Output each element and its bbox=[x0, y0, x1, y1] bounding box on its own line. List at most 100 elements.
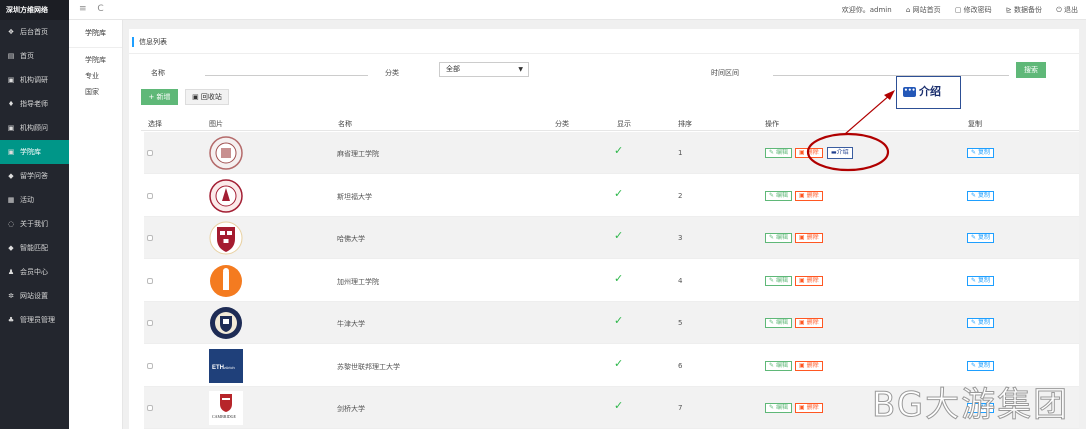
col-name: 名称 bbox=[338, 120, 352, 128]
copy-button[interactable]: ✎ 复制 bbox=[967, 148, 994, 158]
col-copy: 复制 bbox=[968, 120, 982, 128]
check-icon[interactable]: ✓ bbox=[614, 357, 623, 370]
college-name: 加州理工学院 bbox=[337, 277, 379, 286]
submenu-item-major[interactable]: 专业 bbox=[69, 68, 122, 84]
delete-button[interactable]: ▣ 删除 bbox=[795, 190, 823, 201]
copy-button[interactable]: ✎ 复制 bbox=[967, 275, 994, 286]
edit-button[interactable]: ✎ 编辑 bbox=[765, 403, 792, 413]
row-checkbox[interactable] bbox=[147, 320, 153, 326]
college-logo: CAMBRIDGE bbox=[209, 391, 243, 425]
edit-button[interactable]: ✎ 编辑 bbox=[765, 275, 792, 286]
row-checkbox[interactable] bbox=[147, 405, 153, 411]
check-icon[interactable]: ✓ bbox=[614, 229, 623, 242]
sidebar-item-label: 指导老师 bbox=[20, 100, 48, 108]
row-checkbox[interactable] bbox=[147, 192, 153, 199]
sidebar-item-0[interactable]: ❖ 后台首页 bbox=[0, 20, 69, 44]
sidebar-item-label: 后台首页 bbox=[20, 28, 48, 36]
name-filter-label: 名称 bbox=[151, 69, 165, 77]
chat-bubble-icon bbox=[903, 76, 916, 106]
college-name: 苏黎世联邦理工大学 bbox=[337, 362, 400, 371]
sidebar-item-11[interactable]: ✲ 网站设置 bbox=[0, 284, 69, 308]
sidebar-item-7[interactable]: ▦ 活动 bbox=[0, 188, 69, 212]
check-icon[interactable]: ✓ bbox=[614, 399, 623, 412]
category-filter-label: 分类 bbox=[385, 69, 399, 77]
submenu-item-country[interactable]: 国家 bbox=[69, 84, 122, 100]
delete-button[interactable]: ▣ 删除 bbox=[795, 233, 823, 243]
tag-icon: ◆ bbox=[8, 172, 14, 180]
row-checkbox[interactable] bbox=[147, 362, 153, 369]
top-header: ≡ C 欢迎你。admin ⌂ 网站首页 ▢ 修改密码 ⊵ 数据备份 ⏻ 退出 bbox=[69, 0, 1086, 20]
tag-icon: ◆ bbox=[8, 244, 14, 252]
delete-button[interactable]: ▣ 删除 bbox=[795, 360, 823, 371]
copy-button[interactable]: ✎ 复制 bbox=[967, 190, 994, 201]
delete-button[interactable]: ▣ 删除 bbox=[795, 148, 823, 158]
row-checkbox[interactable] bbox=[147, 277, 153, 284]
copy-button[interactable]: ✎ 复制 bbox=[967, 360, 994, 371]
col-actions: 操作 bbox=[765, 120, 779, 128]
sidebar-item-6[interactable]: ◆ 留学问答 bbox=[0, 164, 69, 188]
add-button[interactable]: + 新增 bbox=[141, 89, 178, 105]
check-icon[interactable]: ✓ bbox=[614, 314, 623, 327]
time-range-input[interactable] bbox=[773, 75, 1009, 76]
submenu-item-college[interactable]: 学院库 bbox=[69, 52, 122, 68]
site-home-link[interactable]: ⌂ 网站首页 bbox=[906, 6, 941, 14]
sidebar-item-9[interactable]: ◆ 智能匹配 bbox=[0, 236, 69, 260]
sidebar-item-8[interactable]: ◌ 关于我们 bbox=[0, 212, 69, 236]
menu-toggle-icon[interactable]: ≡ bbox=[79, 4, 87, 14]
row-checkbox[interactable] bbox=[147, 235, 153, 241]
delete-button[interactable]: ▣ 删除 bbox=[795, 318, 823, 328]
sidebar-item-5[interactable]: ▣ 学院库 bbox=[0, 140, 69, 164]
intro-callout: 介绍 bbox=[896, 76, 961, 109]
check-icon[interactable]: ✓ bbox=[614, 187, 623, 200]
edit-button[interactable]: ✎ 编辑 bbox=[765, 148, 792, 158]
logout-link[interactable]: ⏻ 退出 bbox=[1056, 6, 1078, 14]
sidebar-item-10[interactable]: ♟ 会员中心 bbox=[0, 260, 69, 284]
page-icon: ▤ bbox=[7, 52, 15, 60]
delete-button[interactable]: ▣ 删除 bbox=[795, 403, 823, 413]
panel-header: 信息列表 bbox=[129, 29, 1079, 54]
sort-value: 4 bbox=[678, 276, 683, 285]
check-icon[interactable]: ✓ bbox=[614, 144, 623, 157]
table-row: 麻省理工学院 ✓ 1 ✎ 编辑 ▣ 删除 ▬介绍 ✎ 复制 bbox=[144, 132, 1079, 174]
copy-button[interactable]: ✎ 复制 bbox=[967, 233, 994, 243]
change-password-link[interactable]: ▢ 修改密码 bbox=[955, 6, 992, 14]
search-button[interactable]: 搜索 bbox=[1016, 62, 1046, 78]
edit-button[interactable]: ✎ 编辑 bbox=[765, 318, 792, 328]
edit-button[interactable]: ✎ 编辑 bbox=[765, 190, 792, 201]
sort-value: 6 bbox=[678, 361, 683, 370]
sidebar-item-4[interactable]: ▣ 机构顾问 bbox=[0, 116, 69, 140]
recycle-bin-button[interactable]: ▣ 回收站 bbox=[185, 89, 229, 105]
edit-button[interactable]: ✎ 编辑 bbox=[765, 360, 792, 371]
col-display: 显示 bbox=[617, 120, 631, 128]
row-checkbox[interactable] bbox=[147, 150, 153, 156]
college-logo bbox=[209, 136, 243, 170]
panel-title: 信息列表 bbox=[132, 37, 167, 47]
main-sidebar: 深圳方维网络 ❖ 后台首页 ▤ 首页 ▣ 机构调研 ♦ 指导老师 ▣ 机构顾问 ▣ 学院库 ◆ 留学问答 ▦… bbox=[0, 0, 69, 429]
intro-button[interactable]: ▬介绍 bbox=[827, 147, 853, 159]
sidebar-item-label: 会员中心 bbox=[20, 268, 48, 276]
refresh-icon[interactable]: C bbox=[97, 4, 103, 14]
watermark: BG大游集团 bbox=[871, 385, 1070, 426]
svg-text:ETH: ETH bbox=[212, 365, 224, 371]
backup-link[interactable]: ⊵ 数据备份 bbox=[1006, 6, 1042, 14]
sidebar-item-12[interactable]: ♣ 管理员管理 bbox=[0, 308, 69, 332]
svg-text:zürich: zürich bbox=[224, 365, 235, 370]
sort-value: 2 bbox=[678, 191, 683, 200]
table-header: 选择 图片 名称 分类 显示 排序 操作 复制 bbox=[141, 116, 1079, 131]
welcome-text: 欢迎你。admin bbox=[841, 6, 892, 14]
table-row: 哈佛大学 ✓ 3 ✎ 编辑 ▣ 删除 ✎ 复制 bbox=[144, 217, 1079, 259]
sidebar-item-3[interactable]: ♦ 指导老师 bbox=[0, 92, 69, 116]
sidebar-item-label: 管理员管理 bbox=[20, 316, 55, 324]
sidebar-item-label: 智能匹配 bbox=[20, 244, 48, 252]
category-select[interactable]: 全部 ▼ bbox=[439, 62, 529, 77]
edit-button[interactable]: ✎ 编辑 bbox=[765, 233, 792, 243]
sidebar-item-2[interactable]: ▣ 机构调研 bbox=[0, 68, 69, 92]
copy-button[interactable]: ✎ 复制 bbox=[967, 318, 994, 328]
name-filter-input[interactable] bbox=[205, 75, 368, 76]
sidebar-item-1[interactable]: ▤ 首页 bbox=[0, 44, 69, 68]
chevron-down-icon: ▼ bbox=[518, 66, 523, 73]
check-icon[interactable]: ✓ bbox=[614, 272, 623, 285]
delete-button[interactable]: ▣ 删除 bbox=[795, 275, 823, 286]
col-select: 选择 bbox=[148, 120, 162, 128]
sidebar-item-label: 留学问答 bbox=[20, 172, 48, 180]
